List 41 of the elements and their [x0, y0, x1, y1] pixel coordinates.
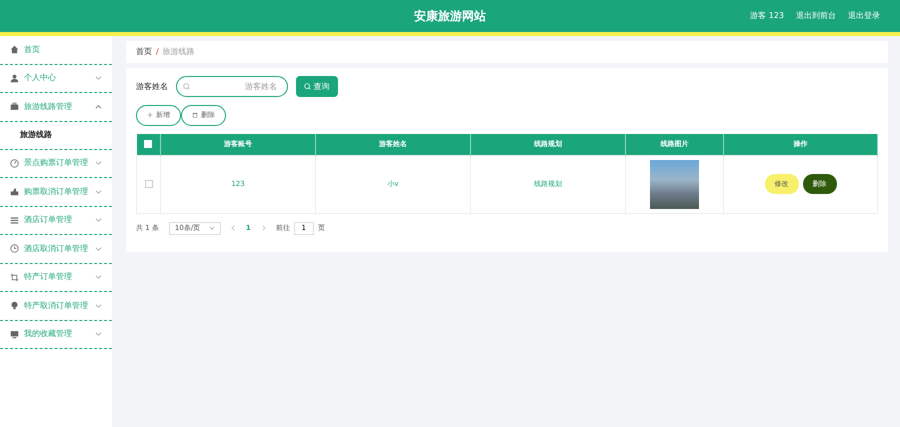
- clock-icon: [10, 244, 19, 254]
- breadcrumb-link[interactable]: 首页: [136, 46, 152, 58]
- briefcase-icon: [10, 102, 19, 112]
- search-button[interactable]: 查询: [296, 76, 338, 97]
- bulb-icon: [10, 301, 19, 310]
- sidebar-item[interactable]: 首页: [0, 36, 112, 64]
- monitor-icon: [10, 330, 19, 339]
- user-label: 游客 123: [750, 10, 784, 22]
- sidebar-item[interactable]: 购票取消订单管理: [0, 178, 112, 206]
- chevron-icon: [208, 226, 215, 230]
- row-checkbox[interactable]: [144, 180, 152, 188]
- sidebar-item[interactable]: 特产订单管理: [0, 264, 112, 292]
- breadcrumb-current: 旅游线路: [162, 46, 195, 58]
- user-icon: [10, 74, 19, 83]
- search-field[interactable]: 游客姓名: [176, 76, 288, 97]
- search-label: 游客姓名: [136, 80, 168, 92]
- sidebar-item[interactable]: 特产取消订单管理: [0, 292, 112, 320]
- breadcrumb-separator: /: [156, 46, 159, 58]
- home-icon: [10, 45, 19, 54]
- site-title: 安康旅游网站: [414, 8, 486, 25]
- sidebar-item[interactable]: 我的收藏管理: [0, 320, 112, 349]
- photo-placeholder: [650, 160, 699, 208]
- sidebar-item[interactable]: 酒店订单管理: [0, 206, 112, 235]
- hand-icon: [10, 187, 19, 196]
- sidebar-item[interactable]: 个人中心: [0, 64, 112, 93]
- crop-icon: [10, 272, 19, 282]
- trash-icon: [192, 112, 198, 118]
- select-all-checkbox[interactable]: [144, 140, 152, 148]
- search-icon: [304, 82, 311, 90]
- gauge-icon: [10, 158, 19, 168]
- sidebar-item[interactable]: 旅游线路管理: [0, 93, 112, 122]
- sidebar-item[interactable]: 酒店取消订单管理: [0, 235, 112, 264]
- search-icon: [183, 83, 190, 90]
- list-icon: [10, 216, 19, 225]
- prev-page-icon[interactable]: [230, 225, 236, 231]
- next-page-icon[interactable]: [260, 225, 266, 231]
- submenu-item[interactable]: 旅游线路: [0, 122, 112, 150]
- plus-icon: [147, 112, 153, 118]
- sidebar-item[interactable]: 景点购票订单管理: [0, 150, 112, 178]
- header-link[interactable]: 退出登录: [848, 10, 880, 22]
- header-link[interactable]: 退出到前台: [796, 10, 836, 22]
